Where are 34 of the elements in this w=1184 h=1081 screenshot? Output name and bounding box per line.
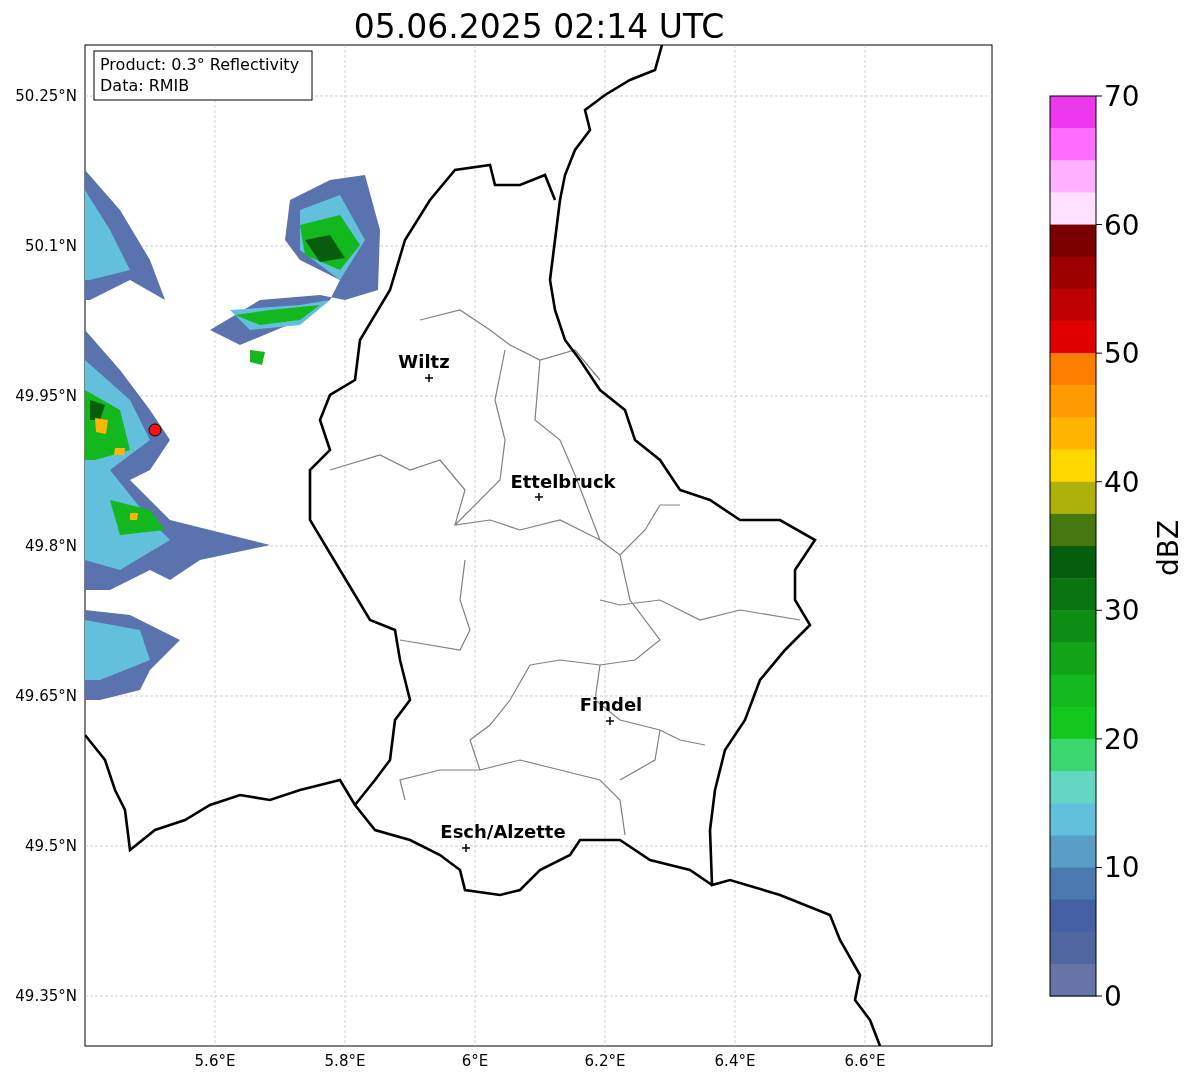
latitude-label: 49.35°N: [15, 987, 77, 1005]
latitude-label: 49.8°N: [24, 537, 77, 555]
city-label: Ettelbruck: [510, 471, 616, 492]
colorbar-tick-label: 30: [1104, 594, 1140, 628]
info-text: Data: RMIB: [100, 76, 190, 95]
longitude-label: 6°E: [461, 1052, 489, 1070]
city-label: Wiltz: [398, 351, 450, 372]
radar-site-marker: [148, 423, 162, 437]
colorbar-tick-label: 0: [1104, 980, 1122, 1013]
longitude-label: 6.4°E: [714, 1052, 756, 1070]
longitude-label: 6.6°E: [844, 1052, 886, 1070]
colorbar-tick-label: 20: [1104, 722, 1140, 756]
colorbar-tick-label: 40: [1104, 465, 1140, 499]
colorbar-tick-label: 50: [1104, 337, 1140, 371]
longitude-label: 6.2°E: [584, 1052, 626, 1070]
colorbar-tick-label: 10: [1104, 851, 1140, 885]
longitude-label: 5.8°E: [324, 1052, 366, 1070]
latitude-label: 49.95°N: [15, 387, 77, 405]
colorbar-label: dBZ: [1152, 519, 1184, 577]
city-marker-icon: [534, 492, 544, 502]
latitude-label: 49.65°N: [15, 687, 77, 705]
city-label: Esch/Alzette: [440, 821, 566, 842]
city-label: Findel: [579, 694, 643, 715]
colorbar-tick-label: 70: [1104, 80, 1140, 113]
latitude-label: 50.1°N: [24, 237, 77, 255]
chart-title: 05.06.2025 02:14 UTC: [353, 7, 725, 46]
longitude-label: 5.6°E: [194, 1052, 236, 1070]
city-marker-icon: [424, 373, 434, 383]
city-marker-icon: [461, 843, 471, 853]
latitude-label: 49.5°N: [24, 837, 77, 855]
latitude-label: 50.25°N: [15, 87, 77, 105]
city-marker-icon: [605, 716, 615, 726]
colorbar-tick-label: 60: [1104, 208, 1140, 242]
info-text: Product: 0.3° Reflectivity: [100, 55, 300, 74]
